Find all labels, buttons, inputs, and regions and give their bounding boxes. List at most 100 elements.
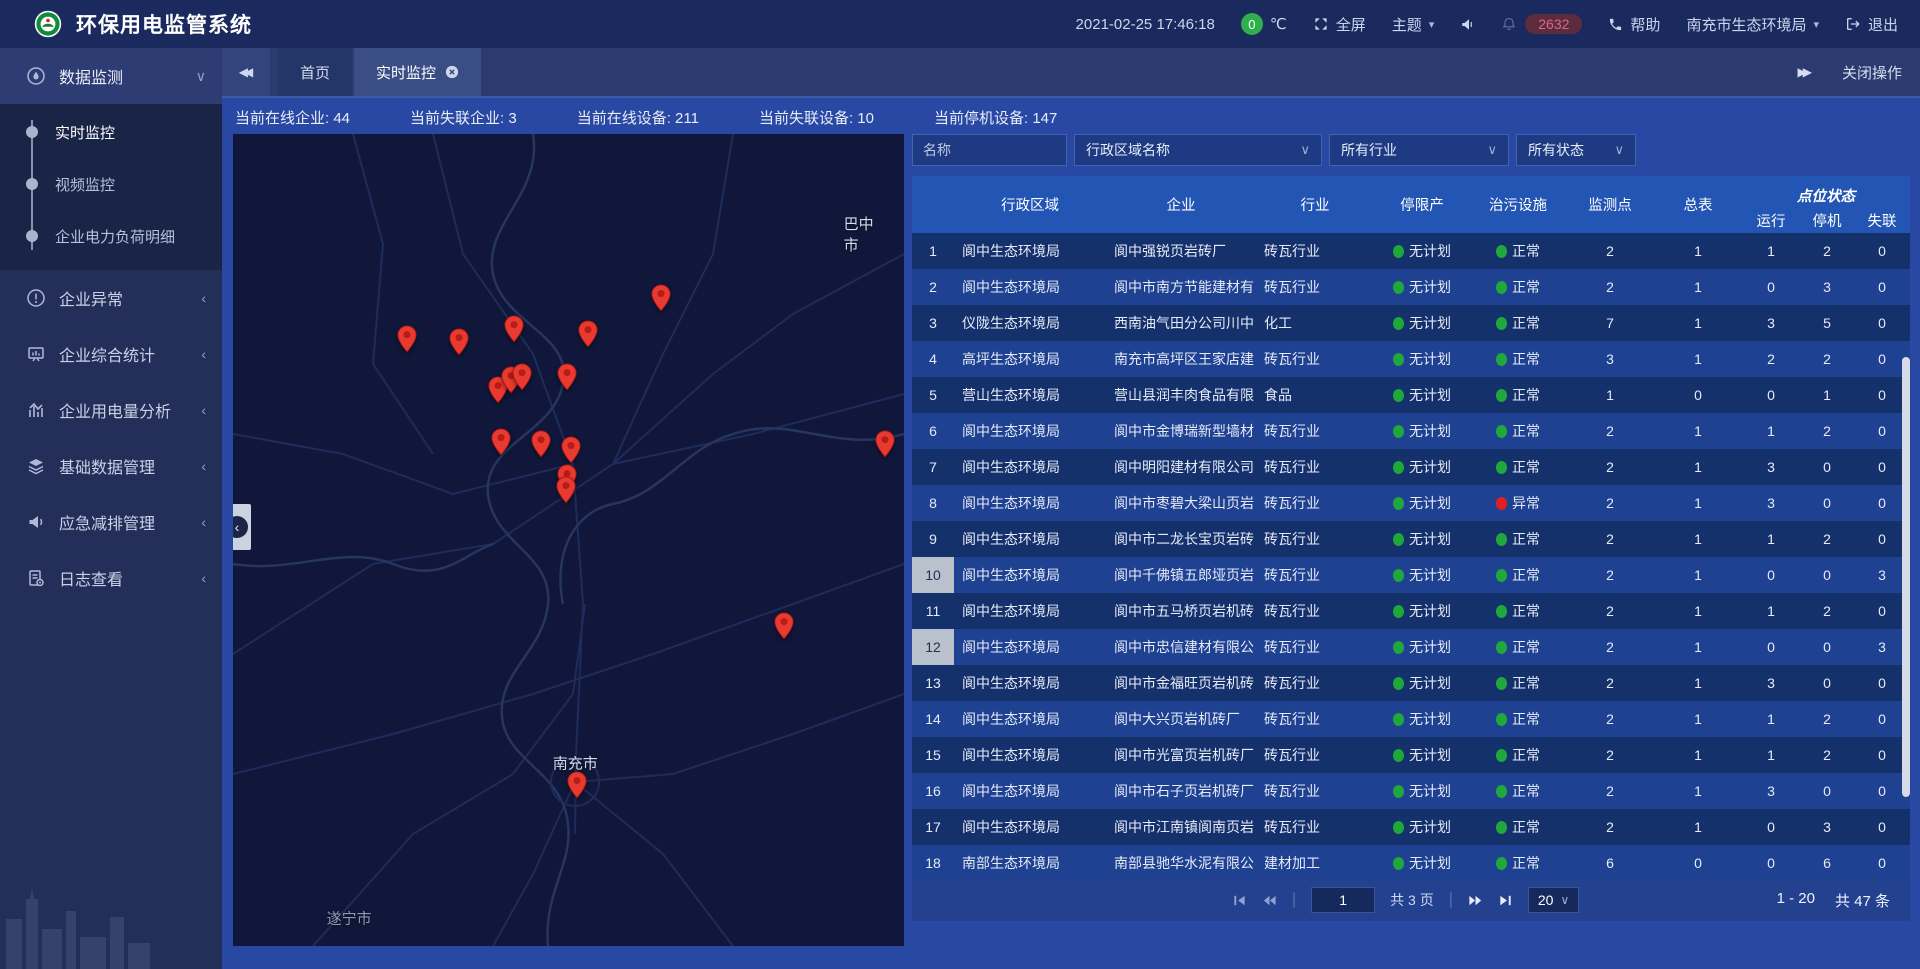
page-size-select[interactable]: 20∨: [1528, 887, 1579, 913]
cell-industry: 砖瓦行业: [1256, 413, 1374, 449]
cell-total-meters: 1: [1654, 737, 1742, 773]
sidebar-item-data-monitor[interactable]: 数据监测∨: [0, 48, 222, 104]
status-dot-green: [1393, 785, 1404, 798]
cell-region: 阆中生态环境局: [954, 665, 1106, 701]
map-city-label: 巴中市: [844, 213, 884, 255]
map-pin-icon[interactable]: [577, 320, 598, 348]
sidebar-menu: 数据监测∨实时监控视频监控企业电力负荷明细企业异常‹企业综合统计‹企业用电量分析…: [0, 48, 222, 606]
map-pin-icon[interactable]: [504, 315, 525, 343]
table-row[interactable]: 12阆中生态环境局阆中市忠信建材有限公砖瓦行业无计划正常21003: [912, 629, 1910, 665]
sidebar-subitem[interactable]: 视频监控: [0, 158, 222, 210]
map-pin-icon[interactable]: [491, 428, 512, 456]
tab-首页[interactable]: 首页: [278, 48, 352, 96]
first-page-button[interactable]: [1232, 893, 1247, 908]
column-header: 停限产: [1374, 176, 1470, 233]
logout-button[interactable]: 退出: [1845, 14, 1898, 35]
sidebar: 数据监测∨实时监控视频监控企业电力负荷明细企业异常‹企业综合统计‹企业用电量分析…: [0, 48, 222, 969]
page-number-input[interactable]: [1311, 887, 1375, 913]
org-menu[interactable]: 南充市生态环境局▾: [1686, 14, 1819, 35]
map-collapse-button[interactable]: ‹: [233, 504, 251, 550]
last-page-button[interactable]: [1498, 893, 1513, 908]
caret-down-icon: ▾: [1429, 18, 1435, 31]
cell-halted: 3: [1800, 809, 1854, 845]
tab-实时监控[interactable]: 实时监控: [354, 48, 481, 96]
cell-industry: 砖瓦行业: [1256, 269, 1374, 305]
table-row[interactable]: 18南部生态环境局南部县驰华水泥有限公建材加工无计划正常60060: [912, 845, 1910, 881]
cell-stop-status: 无计划: [1374, 233, 1470, 269]
table-row[interactable]: 8阆中生态环境局阆中市枣碧大梁山页岩砖瓦行业无计划异常21300: [912, 485, 1910, 521]
map-panel[interactable]: 巴中市南充市遂宁市 ‹: [233, 134, 904, 946]
chevron-down-icon: ∨: [1300, 142, 1310, 158]
cell-monitor-points: 3: [1566, 341, 1654, 377]
map-pin-icon[interactable]: [449, 328, 470, 356]
close-operations-button[interactable]: 关闭操作: [1842, 62, 1902, 83]
name-search-input[interactable]: [912, 134, 1067, 166]
temperature-indicator: 0 ℃: [1241, 13, 1287, 35]
status-dot-green: [1496, 533, 1507, 546]
tab-scroll-left-button[interactable]: ◀◀: [222, 48, 270, 96]
table-row[interactable]: 13阆中生态环境局阆中市金福旺页岩机砖砖瓦行业无计划正常21300: [912, 665, 1910, 701]
cell-stop-status: 无计划: [1374, 413, 1470, 449]
tab-close-icon[interactable]: [445, 65, 459, 79]
record-total-label: 共 47 条: [1835, 890, 1890, 911]
sidebar-item-label: 基础数据管理: [59, 454, 155, 478]
table-row[interactable]: 17阆中生态环境局阆中市江南镇阆南页岩砖瓦行业无计划正常21030: [912, 809, 1910, 845]
fullscreen-button[interactable]: 全屏: [1313, 14, 1366, 35]
map-pin-icon[interactable]: [555, 476, 576, 504]
table-row[interactable]: 7阆中生态环境局阆中明阳建材有限公司砖瓦行业无计划正常21300: [912, 449, 1910, 485]
sidebar-item-power-usage-analysis[interactable]: 企业用电量分析‹: [0, 382, 222, 438]
table-row[interactable]: 6阆中生态环境局阆中市金博瑞新型墙材砖瓦行业无计划正常21120: [912, 413, 1910, 449]
map-pin-icon[interactable]: [561, 436, 582, 464]
sidebar-item-label: 日志查看: [59, 566, 123, 590]
announcement-toggle[interactable]: [1460, 17, 1475, 32]
table-row[interactable]: 11阆中生态环境局阆中市五马桥页岩机砖砖瓦行业无计划正常21120: [912, 593, 1910, 629]
next-page-button[interactable]: [1468, 893, 1483, 908]
caret-down-icon: ▾: [1813, 18, 1819, 31]
sidebar-subitem[interactable]: 企业电力负荷明细: [0, 210, 222, 262]
prev-page-button[interactable]: [1262, 893, 1277, 908]
notification-count-badge: 2632: [1525, 14, 1582, 34]
table-row[interactable]: 1阆中生态环境局阆中强锐页岩砖厂砖瓦行业无计划正常21120: [912, 233, 1910, 269]
sidebar-item-enterprise-abnormal[interactable]: 企业异常‹: [0, 270, 222, 326]
sidebar-item-log-view[interactable]: 日志查看‹: [0, 550, 222, 606]
notifications-button[interactable]: 2632: [1501, 14, 1582, 34]
tab-scroll-right-button[interactable]: ▶▶: [1798, 65, 1812, 79]
table-row[interactable]: 14阆中生态环境局阆中大兴页岩机砖厂砖瓦行业无计划正常21120: [912, 701, 1910, 737]
table-header: 行政区域企业行业停限产治污设施监测点总表点位状态运行停机失联: [912, 176, 1910, 233]
map-pin-icon[interactable]: [567, 771, 588, 799]
sidebar-subitem[interactable]: 实时监控: [0, 106, 222, 158]
cell-halted: 0: [1800, 449, 1854, 485]
cell-monitor-points: 2: [1566, 665, 1654, 701]
map-pin-icon[interactable]: [530, 430, 551, 458]
table-row[interactable]: 3仪陇生态环境局西南油气田分公司川中化工无计划正常71350: [912, 305, 1910, 341]
sidebar-item-emergency-reduction[interactable]: 应急减排管理‹: [0, 494, 222, 550]
status-dot-green: [1393, 857, 1404, 870]
table-row[interactable]: 16阆中生态环境局阆中市石子页岩机砖厂砖瓦行业无计划正常21300: [912, 773, 1910, 809]
table-row[interactable]: 4高坪生态环境局南充市高坪区王家店建砖瓦行业无计划正常31220: [912, 341, 1910, 377]
table-row[interactable]: 2阆中生态环境局阆中市南方节能建材有砖瓦行业无计划正常21030: [912, 269, 1910, 305]
stat-当前停机设备: 当前停机设备: 147: [934, 107, 1057, 128]
map-pin-icon[interactable]: [557, 363, 578, 391]
table-row[interactable]: 10阆中生态环境局阆中千佛镇五郎垭页岩砖瓦行业无计划正常21003: [912, 557, 1910, 593]
map-pin-icon[interactable]: [875, 430, 896, 458]
table-row[interactable]: 15阆中生态环境局阆中市光富页岩机砖厂砖瓦行业无计划正常21120: [912, 737, 1910, 773]
theme-menu[interactable]: 主题▾: [1392, 14, 1435, 35]
cell-company: 阆中市南方节能建材有: [1106, 269, 1256, 305]
scrollbar-thumb[interactable]: [1902, 357, 1910, 797]
map-pin-icon[interactable]: [397, 325, 418, 353]
stats-bar: 当前在线企业: 44当前失联企业: 3当前在线设备: 211当前失联设备: 10…: [233, 100, 1910, 134]
help-button[interactable]: 帮助: [1608, 14, 1660, 35]
region-select[interactable]: 行政区域名称∨: [1074, 134, 1322, 166]
cell-company: 阆中市金博瑞新型墙材: [1106, 413, 1256, 449]
sidebar-item-enterprise-statistics[interactable]: 企业综合统计‹: [0, 326, 222, 382]
table-row[interactable]: 9阆中生态环境局阆中市二龙长宝页岩砖砖瓦行业无计划正常21120: [912, 521, 1910, 557]
table-row[interactable]: 5营山生态环境局营山县润丰肉食品有限食品无计划正常10010: [912, 377, 1910, 413]
sidebar-item-base-data-management[interactable]: 基础数据管理‹: [0, 438, 222, 494]
map-pin-icon[interactable]: [511, 363, 532, 391]
map-pin-icon[interactable]: [773, 612, 794, 640]
map-pin-icon[interactable]: [651, 284, 672, 312]
log-icon: [26, 568, 46, 588]
status-select[interactable]: 所有状态∨: [1516, 134, 1636, 166]
industry-select[interactable]: 所有行业∨: [1329, 134, 1509, 166]
cell-company: 阆中市五马桥页岩机砖: [1106, 593, 1256, 629]
